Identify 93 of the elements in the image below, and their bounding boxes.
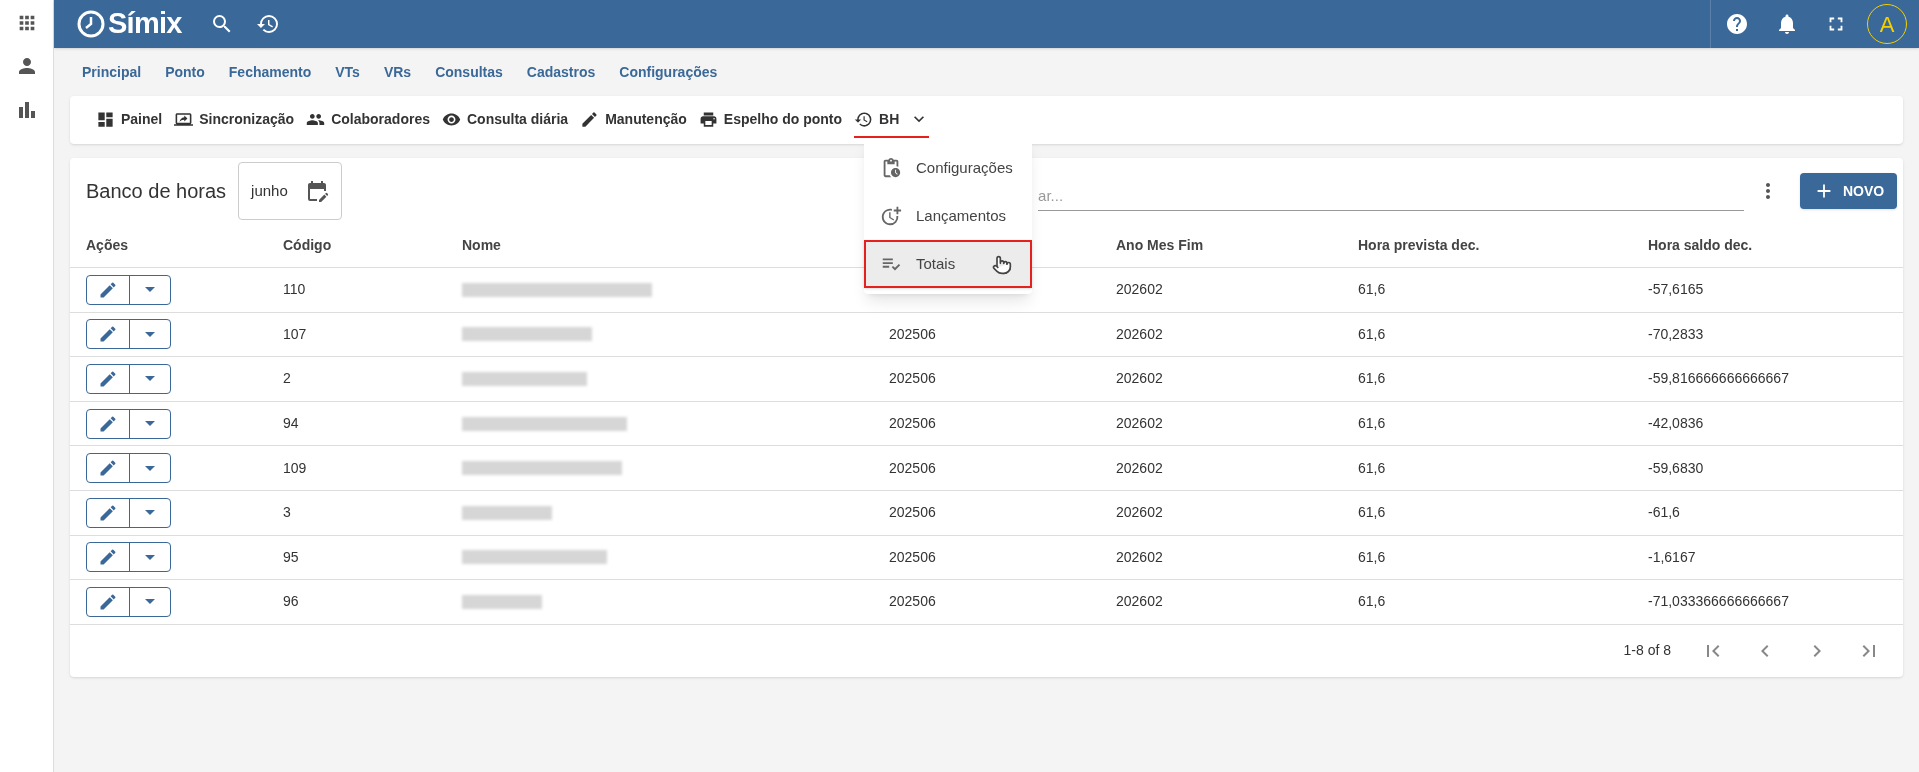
table-cell: 202602	[1116, 593, 1163, 610]
nav-link[interactable]: Fechamento	[228, 61, 312, 83]
table-cell: 61,6	[1358, 370, 1386, 387]
pencil-icon	[98, 324, 118, 345]
caret-icon	[145, 287, 155, 293]
hand-cursor-icon	[992, 255, 1012, 275]
nav-link[interactable]: Ponto	[165, 61, 205, 83]
help-icon[interactable]	[1725, 12, 1749, 36]
table-cell: 202506	[889, 504, 936, 521]
caret-icon	[145, 510, 155, 516]
table-cell: -59,816666666666667	[1648, 370, 1789, 387]
toolbar-tab[interactable]: Manutenção	[580, 102, 687, 138]
table-cell: 202602	[1116, 548, 1163, 565]
table-cell: 202602	[1116, 459, 1163, 476]
pencil-icon	[98, 413, 118, 434]
table-cell: 202602	[1116, 281, 1163, 298]
table-cell: -70,2833	[1648, 325, 1704, 342]
table-cell: 110	[283, 281, 306, 298]
month-field[interactable]: junho	[238, 162, 343, 220]
printer-icon	[698, 109, 718, 129]
table-cell: -71,033366666666667	[1648, 593, 1789, 610]
column-header: Hora saldo dec.	[1648, 237, 1753, 253]
clock-logo-icon	[76, 9, 106, 39]
table-cell: 202506	[889, 548, 936, 565]
menu-item[interactable]: Lançamentos	[864, 192, 1032, 240]
calendar-icon	[305, 179, 330, 203]
dashboard-icon	[96, 109, 115, 129]
search-field[interactable]: ar...	[1038, 181, 1744, 211]
caret-icon	[145, 554, 155, 560]
column-header: Hora prevista dec.	[1358, 237, 1480, 253]
nav-link[interactable]: VTs	[335, 61, 360, 83]
table-cell: 202602	[1116, 415, 1163, 432]
pencil-icon	[98, 458, 118, 479]
pencil-icon	[98, 279, 118, 300]
table-cell: 202506	[889, 325, 936, 342]
table-cell: 202506	[889, 593, 936, 610]
table-cell: 61,6	[1358, 415, 1386, 432]
table-cell: 61,6	[1358, 504, 1386, 521]
toolbar-tab[interactable]: Espelho do ponto	[698, 102, 843, 138]
table-cell: 61,6	[1358, 459, 1386, 476]
pencil-icon	[98, 502, 118, 523]
table-cell: 3	[283, 504, 291, 521]
table-cell: 96	[283, 593, 299, 610]
caret-icon	[145, 599, 155, 605]
pencil-icon	[98, 547, 118, 568]
table-cell: 95	[283, 548, 299, 565]
history-icon	[854, 109, 874, 129]
toolbar-tab[interactable]: Sincronização	[174, 102, 295, 138]
table-cell: 2	[283, 370, 291, 387]
caret-icon	[145, 421, 155, 427]
column-header: Ações	[86, 237, 129, 253]
pagination-range: 1-8 of 8	[1623, 641, 1671, 661]
table-cell: -42,0836	[1648, 415, 1704, 432]
nav-link[interactable]: Cadastros	[526, 61, 596, 83]
table-cell: 107	[283, 325, 307, 342]
table-cell: 202506	[889, 370, 936, 387]
column-header: Nome	[462, 237, 501, 253]
table-cell: 61,6	[1358, 548, 1386, 565]
menu-item[interactable]: Totais	[864, 240, 1032, 288]
nav-link[interactable]: Consultas	[435, 61, 503, 83]
menu-item[interactable]: Configurações	[864, 144, 1032, 192]
table-cell: 61,6	[1358, 325, 1386, 342]
pencil-icon	[98, 591, 118, 612]
new-button[interactable]: NOVO	[1800, 173, 1897, 209]
table-cell: -59,6830	[1648, 459, 1704, 476]
table-cell: 61,6	[1358, 281, 1386, 298]
table-cell: 94	[283, 415, 299, 432]
logo-text: Símix	[108, 6, 182, 42]
caret-icon	[145, 376, 155, 382]
caret-icon	[145, 465, 155, 471]
table-cell: -61,6	[1648, 504, 1680, 521]
pencil-icon	[98, 369, 118, 389]
nav-link[interactable]: VRs	[383, 61, 412, 83]
panel-title: Banco de horas	[86, 179, 227, 204]
caret-icon	[145, 331, 155, 337]
column-header: Ano Mes Fim	[1116, 237, 1204, 253]
table-cell: 61,6	[1358, 593, 1386, 610]
table-cell: 202602	[1116, 325, 1163, 342]
table-cell: 202506	[889, 415, 936, 432]
toolbar-tab[interactable]: Painel	[96, 102, 163, 138]
column-header: Código	[283, 237, 332, 253]
nav-link[interactable]: Configurações	[619, 61, 718, 83]
table-cell: 202506	[889, 459, 936, 476]
toolbar-tab[interactable]: Colaboradores	[306, 102, 430, 138]
nav-link[interactable]: Principal	[82, 61, 142, 83]
table-cell: -1,6167	[1648, 548, 1696, 565]
table-cell: 202602	[1116, 504, 1163, 521]
table-cell: -57,6165	[1648, 281, 1704, 298]
toolbar-tab[interactable]: Consulta diária	[442, 102, 569, 138]
table-cell: 202602	[1116, 370, 1163, 387]
history-icon[interactable]	[255, 12, 280, 36]
clock-plus-icon	[880, 205, 902, 227]
table-cell: 109	[283, 459, 307, 476]
